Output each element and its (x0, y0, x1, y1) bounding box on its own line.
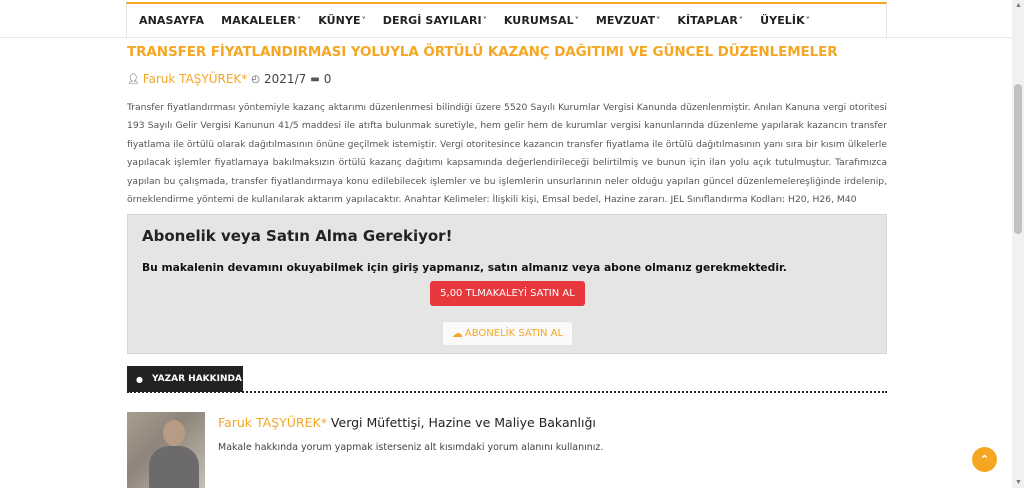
clock-icon: ◴ (251, 73, 261, 85)
nav-item-kunye[interactable]: KÜNYE ˅ (318, 14, 366, 27)
nav-item-kurumsal[interactable]: KURUMSAL ˅ (504, 14, 579, 27)
author-section-tab-label: YAZAR HAKKINDA (151, 374, 242, 384)
avatar-body (149, 446, 199, 488)
nav-item-dergi-sayilari[interactable]: DERGİ SAYILARI ˅ (383, 14, 487, 27)
comment-note: Makale hakkında yorum yapmak isterseniz … (218, 442, 604, 453)
buy-subscription-button[interactable]: ☁ ABONELİK SATIN AL (442, 321, 573, 346)
author-avatar (127, 412, 205, 488)
scroll-to-top-button[interactable]: ⌃ (972, 447, 997, 472)
nav-item-anasayfa[interactable]: ANASAYFA (139, 14, 204, 27)
article-content: TRANSFER FİYATLANDIRMASI YOLUYLA ÖRTÜLÜ … (127, 44, 887, 488)
chevron-down-icon: ˅ (361, 16, 366, 25)
page-scrollbar[interactable]: ▲ ▼ (1012, 0, 1024, 488)
chevron-down-icon: ˅ (656, 16, 661, 25)
chevron-down-icon: ˅ (482, 16, 487, 25)
buy-subscription-label: ABONELİK SATIN AL (464, 328, 564, 339)
scroll-up-arrow-icon[interactable]: ▲ (1015, 2, 1022, 9)
chevron-down-icon: ˅ (738, 16, 744, 25)
nav-item-makaleler[interactable]: MAKALELER ˅ (221, 14, 301, 27)
paywall-box: Abonelik veya Satın Alma Gerekiyor! Bu m… (127, 214, 887, 354)
nav-item-uyelik[interactable]: ÜYELİK ˅ (760, 14, 810, 27)
user-icon: 👤︎ (127, 73, 140, 85)
paywall-heading: Abonelik veya Satın Alma Gerekiyor! (142, 227, 453, 245)
author-info: Faruk TAŞYÜREK* Vergi Müfettişi, Hazine … (218, 415, 596, 430)
comment-icon: ▬ (310, 73, 320, 85)
scroll-down-arrow-icon[interactable]: ▼ (1015, 479, 1022, 486)
author-position: Vergi Müfettişi, Hazine ve Maliye Bakanl… (326, 415, 596, 430)
author-name-link[interactable]: Faruk TAŞYÜREK* (218, 415, 327, 430)
cloud-icon: ☁ (451, 327, 463, 340)
chevron-down-icon: ˅ (297, 16, 302, 25)
chevron-down-icon: ˅ (805, 16, 810, 25)
scrollbar-thumb[interactable] (1014, 84, 1022, 234)
article-date: 2021/7 (264, 72, 307, 86)
main-nav: ANASAYFA MAKALELER ˅ KÜNYE ˅ DERGİ SAYILAR… (126, 2, 887, 37)
buy-article-button[interactable]: 5,00 TLMAKALEYİ SATIN AL (430, 281, 585, 306)
chevron-up-icon: ⌃ (979, 454, 990, 466)
article-author-link[interactable]: Faruk TAŞYÜREK* (143, 72, 248, 86)
chevron-down-icon: ˅ (574, 16, 579, 25)
nav-item-mevzuat[interactable]: MEVZUAT ˅ (596, 14, 661, 27)
author-section-divider (127, 391, 887, 393)
nav-item-kitaplar[interactable]: KİTAPLAR ˅ (677, 14, 743, 27)
article-title: TRANSFER FİYATLANDIRMASI YOLUYLA ÖRTÜLÜ … (127, 44, 838, 60)
author-section-tab: ● YAZAR HAKKINDA (127, 366, 243, 392)
paywall-message: Bu makalenin devamını okuyabilmek için g… (142, 261, 787, 274)
article-abstract: Transfer fiyatlandırması yöntemiyle kaza… (127, 102, 887, 206)
comment-count: 0 (323, 72, 332, 86)
article-meta: 👤︎ Faruk TAŞYÜREK* ◴ 2021/7 ▬ 0 (127, 72, 887, 86)
top-bar: ANASAYFA MAKALELER ˅ KÜNYE ˅ DERGİ SAYILAR… (0, 0, 1012, 38)
bullet-icon: ● (136, 374, 143, 384)
avatar-head (163, 420, 185, 446)
